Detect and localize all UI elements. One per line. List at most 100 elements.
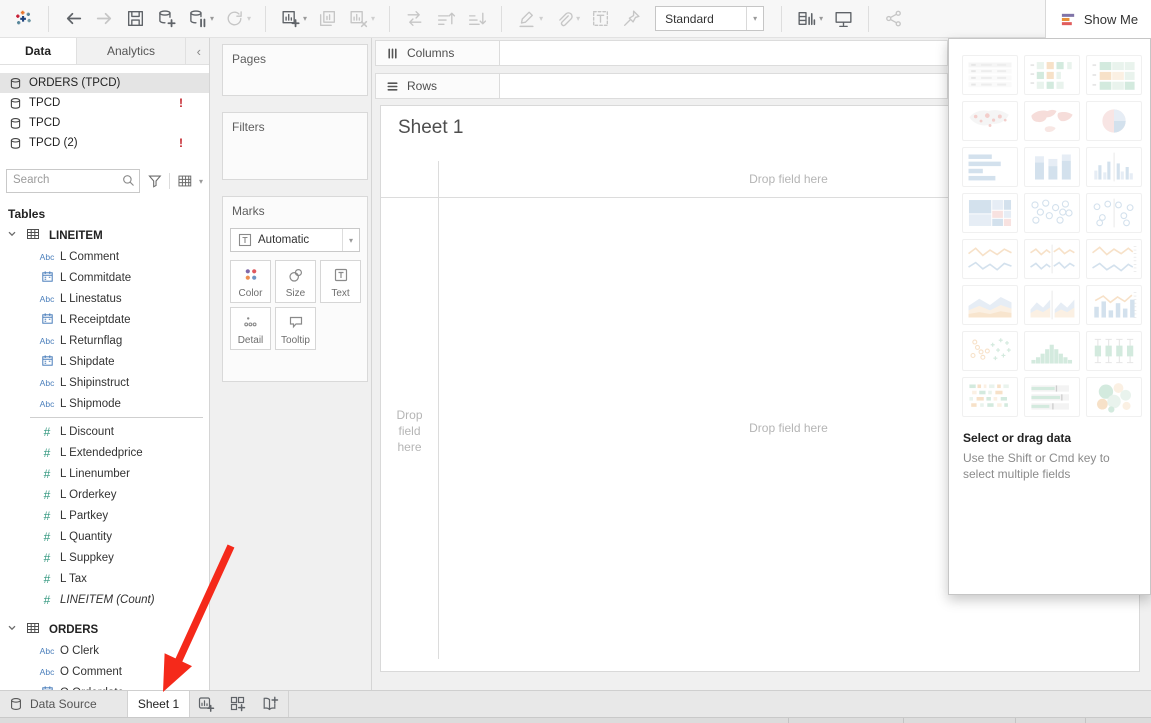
showme-box-and-whisker[interactable] [1086,331,1142,371]
field-row[interactable]: #LINEITEM (Count) [0,589,209,610]
detail-button[interactable]: Detail [230,307,271,350]
showme-lines-continuous[interactable] [962,239,1018,279]
fit-select[interactable]: Standard▾ [655,6,764,31]
data-source-item[interactable]: TPCD (2)! [0,133,209,153]
drop-zone-rows[interactable]: Drop field here [381,376,438,486]
save-button[interactable] [125,8,146,29]
showme-area-discrete[interactable] [1024,285,1080,325]
color-button[interactable]: Color [230,260,271,303]
chevron-down-icon[interactable] [0,623,17,636]
caret-down-icon[interactable]: ▾ [210,14,214,23]
search-box[interactable] [6,169,140,193]
caret-down-icon[interactable]: ▾ [371,14,375,23]
field-row[interactable]: #L Suppkey [0,547,209,568]
field-row[interactable]: AbcO Clerk [0,640,209,661]
showme-highlight-table[interactable] [1024,55,1080,95]
collapse-pane-button[interactable]: ‹ [189,38,209,64]
field-row[interactable]: AbcL Returnflag [0,330,209,351]
showme-pie-chart[interactable] [1086,101,1142,141]
field-row[interactable]: #L Extendedprice [0,442,209,463]
data-source-item[interactable]: ORDERS (TPCD) [0,73,209,93]
caret-down-icon[interactable]: ▾ [539,14,543,23]
duplicate-sheet-button[interactable] [317,8,338,29]
field-row[interactable]: #L Discount [0,421,209,442]
columns-shelf-drop[interactable] [500,41,947,65]
view-options-icon[interactable] [177,173,193,189]
showme-circle-views[interactable] [1024,193,1080,233]
text-annotation-button[interactable] [590,8,611,29]
new-worksheet-button[interactable]: ▾ [280,8,307,29]
showme-lines-discrete[interactable] [1024,239,1080,279]
share-button[interactable] [883,8,904,29]
mark-type-dropdown[interactable]: Automatic ▾ [230,228,360,252]
showme-filled-map[interactable] [1024,101,1080,141]
presentation-mode-button[interactable] [833,8,854,29]
field-row[interactable]: AbcL Comment [0,246,209,267]
filters-shelf[interactable]: Filters [222,112,368,180]
caret-down-icon[interactable]: ▾ [819,14,823,23]
forward-arrow-button[interactable] [94,8,115,29]
search-input[interactable] [7,170,119,190]
showme-bullet-graph[interactable] [1024,377,1080,417]
refresh-data-button[interactable]: ▾ [224,8,251,29]
tab-sheet-1[interactable]: Sheet 1 [128,691,190,717]
field-row[interactable]: AbcO Comment [0,661,209,682]
text-button[interactable]: Text [320,260,361,303]
data-source-item[interactable]: TPCD! [0,93,209,113]
new-data-source-button[interactable] [156,8,177,29]
showme-dual-lines[interactable] [1086,239,1142,279]
showme-horizontal-bars[interactable] [962,147,1018,187]
tab-analytics[interactable]: Analytics [77,38,186,64]
view-cells-button[interactable]: ▾ [796,8,823,29]
chevron-down-icon[interactable] [0,229,17,242]
field-row[interactable]: L Shipdate [0,351,209,372]
field-row[interactable]: AbcL Linestatus [0,288,209,309]
paperclip-button[interactable]: ▾ [553,8,580,29]
showme-heat-map[interactable] [1086,55,1142,95]
showme-text-table[interactable] [962,55,1018,95]
table-group-lineitem[interactable]: LINEITEM [0,225,209,246]
field-row[interactable]: AbcL Shipmode [0,393,209,414]
showme-treemap[interactable] [962,193,1018,233]
rows-shelf-drop[interactable] [500,74,947,98]
field-row[interactable]: L Commitdate [0,267,209,288]
sort-descending-button[interactable] [466,8,487,29]
show-me-button[interactable]: Show Me [1045,0,1151,38]
caret-down-icon[interactable]: ▾ [576,14,580,23]
pause-auto-updates-button[interactable]: ▾ [187,8,214,29]
size-button[interactable]: Size [275,260,316,303]
new-dashboard-button[interactable] [222,691,254,717]
showme-packed-bubbles[interactable] [1086,377,1142,417]
back-arrow-button[interactable] [63,8,84,29]
showme-gantt[interactable] [962,377,1018,417]
table-group-orders[interactable]: ORDERS [0,619,209,640]
tab-data[interactable]: Data [0,38,77,64]
field-row[interactable]: L Receiptdate [0,309,209,330]
new-story-button[interactable] [254,691,286,717]
showme-side-by-side-circles[interactable] [1086,193,1142,233]
caret-down-icon[interactable]: ▾ [199,177,203,186]
showme-scatter-plot[interactable] [962,331,1018,371]
field-row[interactable]: #L Orderkey [0,484,209,505]
field-row[interactable]: #L Quantity [0,526,209,547]
showme-area-continuous[interactable] [962,285,1018,325]
tooltip-button[interactable]: Tooltip [275,307,316,350]
caret-down-icon[interactable]: ▾ [303,14,307,23]
showme-symbol-map[interactable] [962,101,1018,141]
highlight-button[interactable]: ▾ [516,8,543,29]
field-row[interactable]: #L Tax [0,568,209,589]
showme-histogram[interactable] [1024,331,1080,371]
pin-button[interactable] [621,8,642,29]
filter-fields-icon[interactable] [147,173,163,189]
field-row[interactable]: AbcL Shipinstruct [0,372,209,393]
sort-ascending-button[interactable] [435,8,456,29]
tab-data-source[interactable]: Data Source [0,691,128,717]
showme-side-by-side-bars[interactable] [1086,147,1142,187]
new-worksheet-button[interactable] [190,691,222,717]
field-row[interactable]: #L Linenumber [0,463,209,484]
field-row[interactable]: #L Partkey [0,505,209,526]
showme-stacked-bars[interactable] [1024,147,1080,187]
caret-down-icon[interactable]: ▾ [247,14,251,23]
pages-shelf[interactable]: Pages [222,44,368,96]
clear-sheet-button[interactable]: ▾ [348,8,375,29]
